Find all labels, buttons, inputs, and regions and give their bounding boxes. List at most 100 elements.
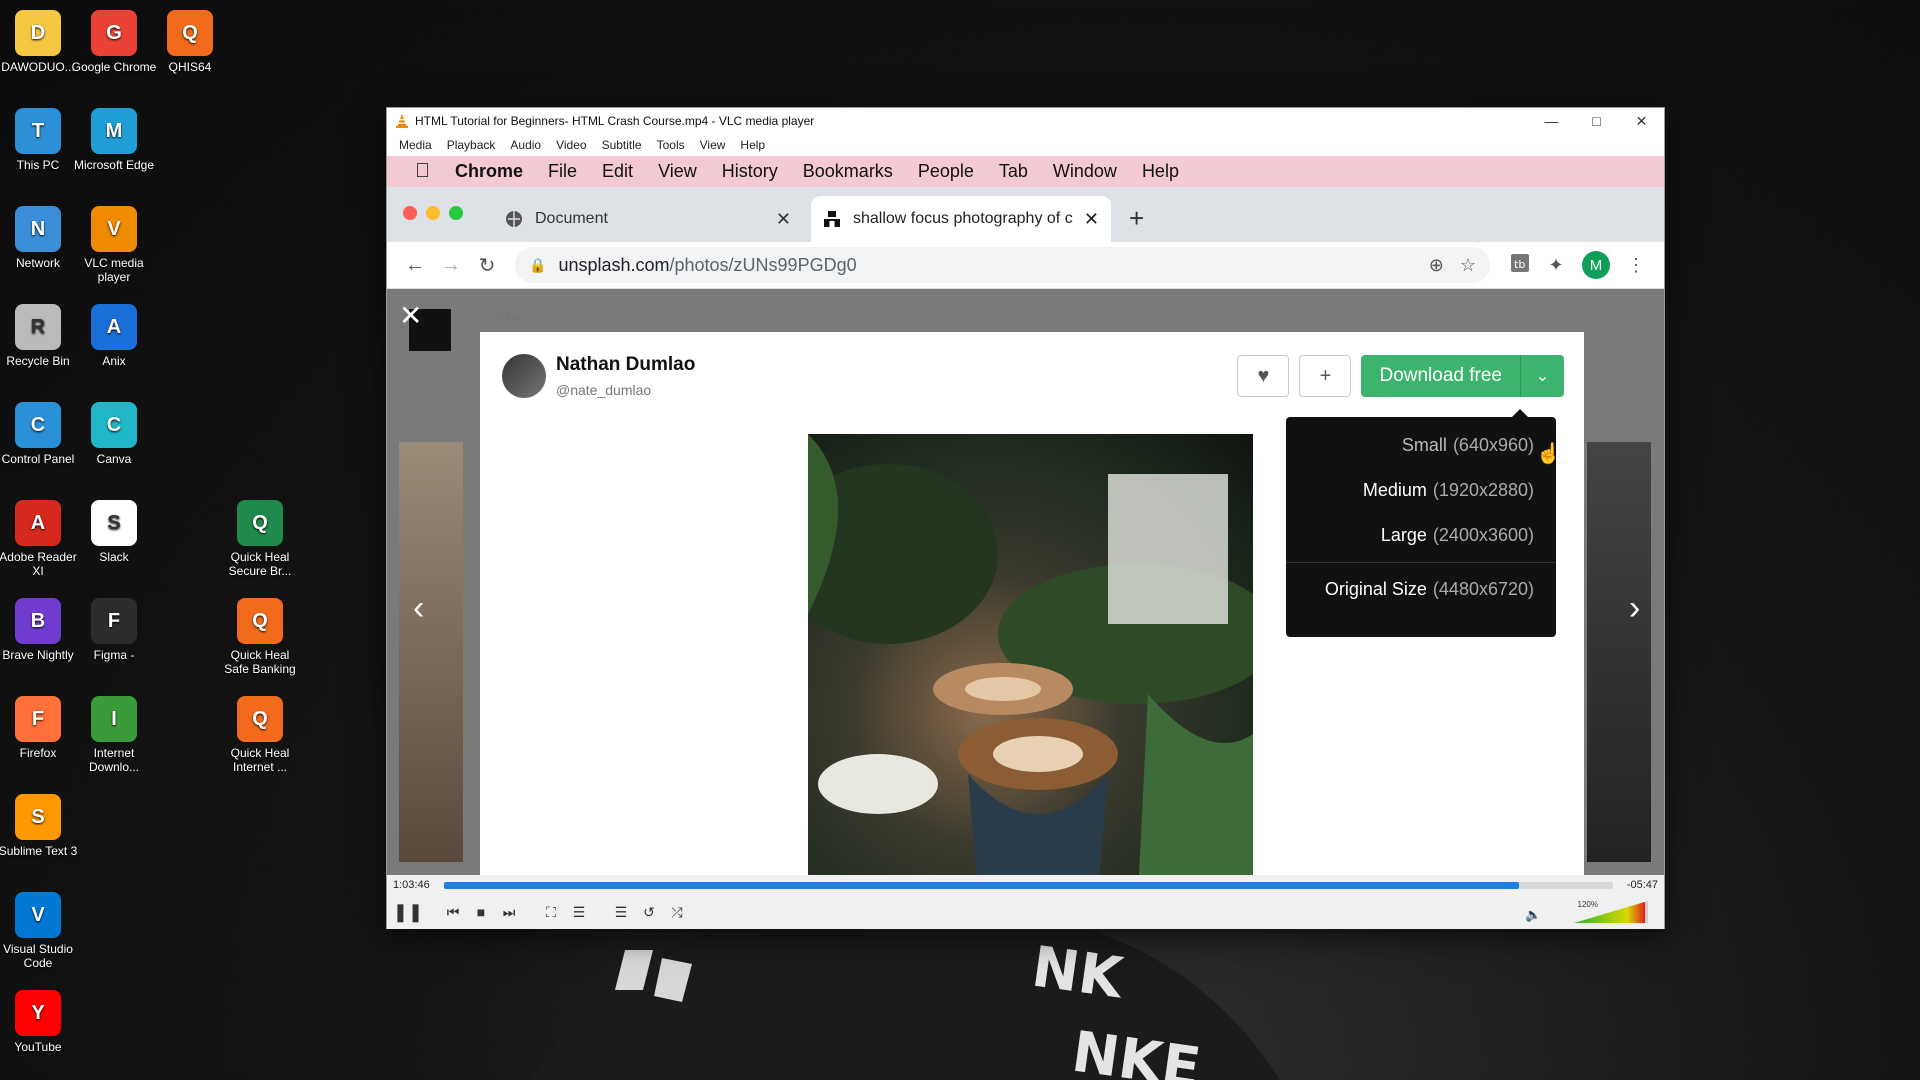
photographer-handle[interactable]: @nate_dumlao	[556, 382, 695, 398]
download-option-medium[interactable]: Medium (1920x2880)	[1286, 468, 1556, 513]
desktop-icon[interactable]: A Anix	[71, 304, 157, 368]
mac-menu-item[interactable]: People	[918, 161, 974, 182]
desktop-icon[interactable]: T This PC	[0, 108, 81, 172]
desktop-icon-label: Brave Nightly	[2, 648, 74, 662]
next-photo-icon[interactable]: ›	[1629, 589, 1640, 628]
mac-menu-item[interactable]: File	[548, 161, 577, 182]
desktop-icon[interactable]: F Firefox	[0, 696, 81, 760]
mac-menu-app[interactable]: Chrome	[455, 161, 523, 182]
kebab-menu-icon[interactable]: ⋮	[1618, 255, 1654, 276]
close-tab-icon[interactable]: ✕	[1084, 209, 1099, 230]
vlc-menu-item[interactable]: Audio	[504, 138, 550, 152]
close-tab-icon[interactable]: ✕	[776, 209, 791, 230]
mac-menu-item[interactable]: Window	[1053, 161, 1117, 182]
minimize-button[interactable]: —	[1529, 113, 1574, 129]
mac-menu-item[interactable]: Edit	[602, 161, 633, 182]
reload-icon[interactable]: ↻	[469, 253, 505, 278]
chrome-icon: G	[91, 10, 137, 56]
desktop-icon[interactable]: C Canva	[71, 402, 157, 466]
seek-bar[interactable]	[443, 881, 1613, 889]
desktop-icon[interactable]: N Network	[0, 206, 81, 270]
maximize-button[interactable]: □	[1574, 113, 1619, 129]
desktop-icon[interactable]: V VLC media player	[71, 206, 157, 284]
vlc-menu-item[interactable]: View	[694, 138, 735, 152]
extended-settings-button[interactable]: ☰	[567, 900, 591, 924]
desktop-icon[interactable]: A Adobe Reader XI	[0, 500, 81, 578]
mac-menu-item[interactable]: View	[658, 161, 697, 182]
new-tab-button[interactable]: +	[1129, 203, 1144, 234]
desktop-icon[interactable]: S Sublime Text 3	[0, 794, 81, 858]
photographer-name[interactable]: Nathan Dumlao	[556, 354, 695, 376]
vlc-menu-item[interactable]: Subtitle	[596, 138, 651, 152]
desktop-icon[interactable]: I Internet Downlo...	[71, 696, 157, 774]
vlc-menu-item[interactable]: Media	[393, 138, 441, 152]
speaker-icon[interactable]: 🔈	[1525, 907, 1541, 923]
desktop-icon[interactable]: S Slack	[71, 500, 157, 564]
shuffle-button[interactable]: ⤮	[665, 900, 689, 924]
desktop-icon[interactable]: Q QHIS64	[147, 10, 233, 74]
address-bar[interactable]: 🔒 unsplash.com/photos/zUNs99PGDg0 ⊕ ☆	[515, 247, 1490, 283]
desktop-icon[interactable]: C Control Panel	[0, 402, 81, 466]
desktop-icon[interactable]: Q Quick Heal Safe Banking	[217, 598, 303, 676]
fullscreen-button[interactable]: ⛶	[539, 900, 563, 924]
desktop-icon[interactable]: R Recycle Bin	[0, 304, 81, 368]
remaining-time[interactable]: -05:47	[1627, 879, 1658, 891]
desktop-icon[interactable]: B Brave Nightly	[0, 598, 81, 662]
extension-tb-icon[interactable]: tb	[1502, 253, 1538, 278]
add-to-collection-button[interactable]: +	[1299, 355, 1352, 397]
vlc-menu-item[interactable]: Help	[734, 138, 774, 152]
vlc-menu-item[interactable]: Playback	[441, 138, 505, 152]
pause-button[interactable]: ❚❚	[393, 898, 423, 926]
search-input[interactable]: coffee	[482, 309, 531, 330]
download-option-original[interactable]: Original Size (4480x6720)	[1286, 567, 1556, 612]
next-button[interactable]: ⏭	[497, 900, 521, 924]
zoom-dot[interactable]	[449, 206, 463, 220]
close-overlay-icon[interactable]: ✕	[399, 299, 422, 332]
download-option-small[interactable]: Small (640x960)	[1286, 423, 1556, 468]
playlist-button[interactable]: ☰	[609, 900, 633, 924]
previous-photo-icon[interactable]: ‹	[413, 589, 424, 628]
tab-document[interactable]: Document ✕	[493, 196, 803, 242]
mac-menu-item[interactable]: History	[722, 161, 778, 182]
mouse-cursor-icon: ☝	[1536, 443, 1561, 465]
back-icon[interactable]: ←	[397, 254, 433, 277]
desktop-icon[interactable]: Q Quick Heal Secure Br...	[217, 500, 303, 578]
mac-menu-item[interactable]: Bookmarks	[803, 161, 893, 182]
svg-text:NK: NK	[1028, 934, 1129, 1011]
minimize-dot[interactable]	[426, 206, 440, 220]
tab-unsplash[interactable]: shallow focus photography of c ✕	[811, 196, 1111, 242]
download-option-large[interactable]: Large (2400x3600)	[1286, 513, 1556, 558]
loop-button[interactable]: ↺	[637, 900, 661, 924]
desktop-icon[interactable]: V Visual Studio Code	[0, 892, 81, 970]
photographer-info[interactable]: Nathan Dumlao @nate_dumlao	[502, 354, 695, 398]
apple-icon[interactable]: 	[415, 160, 430, 183]
option-label: Large	[1380, 525, 1427, 545]
volume-control[interactable]: 🔈 120%	[1525, 900, 1648, 923]
download-free-button[interactable]: Download free	[1361, 355, 1520, 397]
avatar[interactable]	[502, 354, 546, 398]
vlc-menu-item[interactable]: Video	[550, 138, 595, 152]
desktop-icon[interactable]: F Figma -	[71, 598, 157, 662]
stop-button[interactable]: ■	[469, 900, 493, 924]
mac-menu-item[interactable]: Help	[1142, 161, 1179, 182]
close-window-button[interactable]: ✕	[1619, 113, 1664, 130]
forward-icon[interactable]: →	[433, 254, 469, 277]
like-button[interactable]: ♥	[1237, 355, 1290, 397]
desktop-icon[interactable]: D DAWODUO...	[0, 10, 81, 74]
star-icon[interactable]: ☆	[1460, 255, 1476, 276]
url-text: unsplash.com/photos/zUNs99PGDg0	[558, 255, 1428, 276]
vlc-menu-item[interactable]: Tools	[651, 138, 694, 152]
desktop-icon[interactable]: Y YouTube	[0, 990, 81, 1054]
profile-avatar[interactable]: M	[1582, 251, 1610, 279]
previous-button[interactable]: ⏮	[441, 900, 465, 924]
main-photo[interactable]	[808, 434, 1253, 875]
chevron-down-icon[interactable]: ⌄	[1520, 355, 1564, 397]
desktop-icon[interactable]: Q Quick Heal Internet ...	[217, 696, 303, 774]
desktop-icon[interactable]: G Google Chrome	[71, 10, 157, 74]
puzzle-icon[interactable]: ✦	[1538, 255, 1574, 276]
close-dot[interactable]	[403, 206, 417, 220]
desktop-icon[interactable]: M Microsoft Edge	[71, 108, 157, 172]
idm-icon: I	[91, 696, 137, 742]
add-icon[interactable]: ⊕	[1429, 255, 1444, 276]
mac-menu-item[interactable]: Tab	[999, 161, 1028, 182]
